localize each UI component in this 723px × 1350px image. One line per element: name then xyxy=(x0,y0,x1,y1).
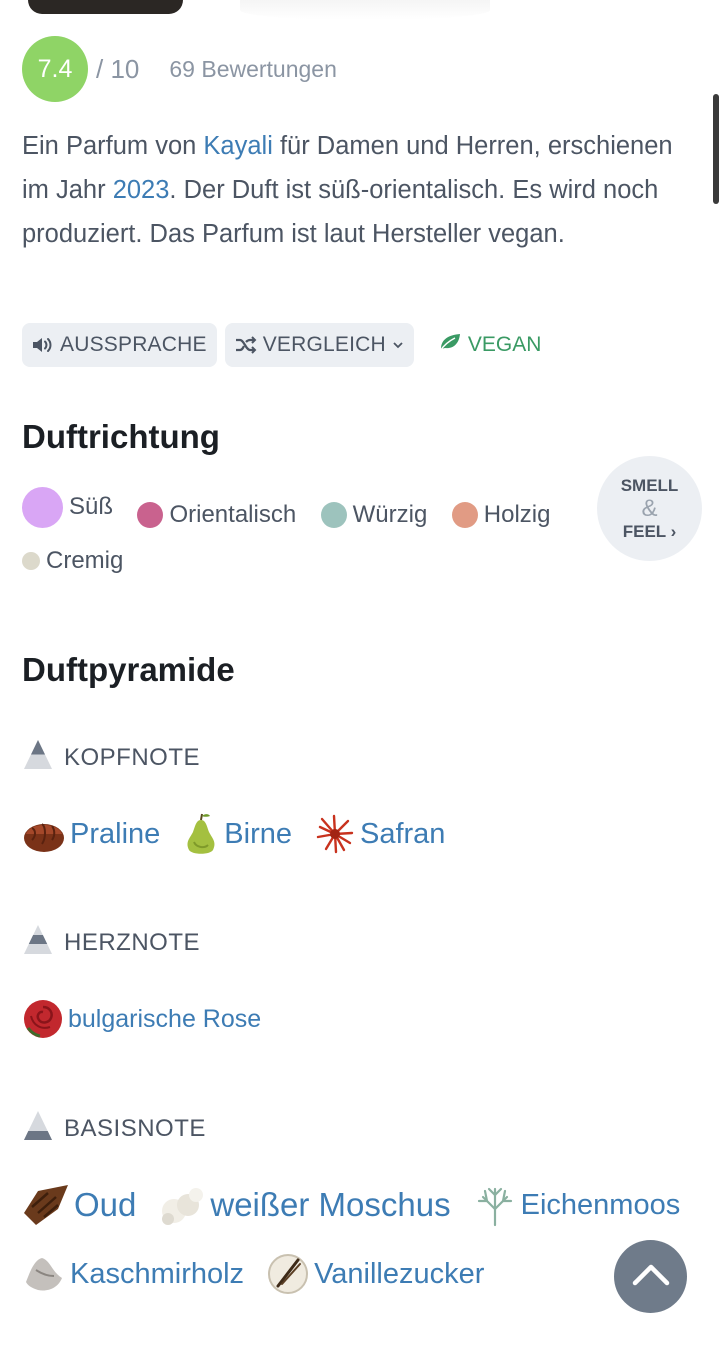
base-notes-row-1: Oud weißer Moschus Eichenmoos xyxy=(22,1183,702,1227)
note-name: Praline xyxy=(70,817,161,850)
note-name: Safran xyxy=(359,817,446,850)
note-vanilla-sugar[interactable]: Vanillezucker xyxy=(266,1252,484,1296)
note-name: Eichenmoos xyxy=(520,1188,681,1221)
chevron-down-icon xyxy=(392,340,404,350)
note-name: bulgarische Rose xyxy=(68,1004,262,1033)
perfume-image-edge xyxy=(28,0,183,14)
action-chips: AUSSPRACHE VERGLEICH VEGAN xyxy=(22,323,543,367)
saffron-icon xyxy=(314,813,360,855)
smell-feel-amp: & xyxy=(641,494,658,522)
chevron-up-icon xyxy=(631,1261,671,1292)
top-notes-row: Praline Birne Safran xyxy=(22,812,467,856)
base-note-header: BASISNOTE xyxy=(22,1109,206,1148)
accord-dot xyxy=(137,501,164,528)
note-cashmere-wood[interactable]: Kaschmirholz xyxy=(22,1252,244,1296)
white-musk-icon xyxy=(158,1183,210,1227)
accord-dot xyxy=(320,501,347,528)
note-white-musk[interactable]: weißer Moschus xyxy=(158,1183,451,1227)
rose-icon xyxy=(22,998,68,1040)
description-text-1: Ein Parfum von xyxy=(22,132,204,160)
pyramid-base-icon xyxy=(22,1109,54,1148)
top-note-label: KOPFNOTE xyxy=(64,743,201,771)
pronunciation-label: AUSSPRACHE xyxy=(60,333,207,356)
rating-row: 7.4 / 10 69 Bewertungen xyxy=(22,36,337,102)
rating-max: / 10 xyxy=(96,53,140,84)
accord-label: Holzig xyxy=(483,500,551,528)
top-note-header: KOPFNOTE xyxy=(22,738,200,777)
note-bulgarian-rose[interactable]: bulgarische Rose xyxy=(22,998,261,1040)
accord-dot xyxy=(22,551,40,570)
compare-label: VERGLEICH xyxy=(262,333,386,356)
year-link[interactable]: 2023 xyxy=(113,176,170,204)
base-note-label: BASISNOTE xyxy=(64,1114,206,1142)
note-name: Kaschmirholz xyxy=(70,1257,245,1290)
pronunciation-button[interactable]: AUSSPRACHE xyxy=(22,323,217,367)
shuffle-icon xyxy=(235,336,257,354)
accord-spicy[interactable]: Würzig xyxy=(320,492,428,538)
rating-count-link[interactable]: 69 Bewertungen xyxy=(169,56,337,83)
vanilla-sugar-icon xyxy=(266,1252,314,1296)
oakmoss-icon xyxy=(473,1183,521,1227)
note-oakmoss[interactable]: Eichenmoos xyxy=(473,1183,681,1227)
accord-label: Cremig xyxy=(46,546,124,574)
accord-woody[interactable]: Holzig xyxy=(451,492,551,538)
accord-sweet[interactable]: Süß xyxy=(22,484,113,530)
smell-feel-button[interactable]: SMELL & FEEL › xyxy=(597,456,702,561)
base-notes-row-2: Kaschmirholz Vanillezucker xyxy=(22,1252,506,1296)
brand-link[interactable]: Kayali xyxy=(203,132,272,160)
heart-note-header: HERZNOTE xyxy=(22,923,200,962)
smell-feel-line1: SMELL xyxy=(620,475,679,495)
note-pear[interactable]: Birne xyxy=(182,812,292,856)
note-oud[interactable]: Oud xyxy=(22,1183,136,1227)
note-saffron[interactable]: Safran xyxy=(314,813,445,855)
perfume-description: Ein Parfum von Kayali für Damen und Herr… xyxy=(22,124,702,256)
accord-dot xyxy=(22,486,63,528)
vegan-tag[interactable]: VEGAN xyxy=(422,323,544,367)
cashmere-wood-icon xyxy=(22,1252,70,1296)
rating-badge[interactable]: 7.4 xyxy=(22,36,88,102)
pyramid-top-icon xyxy=(22,738,54,777)
accord-list: Süß Orientalisch Würzig Holzig Cremig xyxy=(22,484,592,584)
accord-label: Würzig xyxy=(352,500,428,528)
accord-dot xyxy=(451,501,478,528)
praline-icon xyxy=(22,812,70,856)
scent-pyramid-heading: Duftpyramide xyxy=(22,651,235,688)
speaker-icon xyxy=(32,336,54,354)
compare-dropdown[interactable]: VERGLEICH xyxy=(224,323,414,367)
note-name: weißer Moschus xyxy=(210,1186,451,1223)
oud-icon xyxy=(22,1183,74,1227)
accord-label: Orientalisch xyxy=(169,500,297,528)
vegan-label: VEGAN xyxy=(467,333,542,356)
scroll-to-top-button[interactable] xyxy=(614,1240,687,1313)
note-name: Birne xyxy=(224,817,292,850)
note-name: Vanillezucker xyxy=(314,1257,485,1290)
heart-note-label: HERZNOTE xyxy=(64,928,200,956)
accord-creamy[interactable]: Cremig xyxy=(22,538,123,584)
heart-notes-row: bulgarische Rose xyxy=(22,998,283,1040)
smell-feel-line2: FEEL › xyxy=(622,521,677,541)
pyramid-middle-icon xyxy=(22,923,54,962)
scent-direction-heading: Duftrichtung xyxy=(22,418,220,455)
pear-icon xyxy=(182,812,224,856)
note-name: Oud xyxy=(74,1186,137,1223)
image-shadow xyxy=(240,0,490,20)
accord-label: Süß xyxy=(69,493,114,520)
note-praline[interactable]: Praline xyxy=(22,812,160,856)
leaf-icon xyxy=(438,332,462,358)
accord-oriental[interactable]: Orientalisch xyxy=(137,492,296,538)
scrollbar[interactable] xyxy=(713,94,719,204)
